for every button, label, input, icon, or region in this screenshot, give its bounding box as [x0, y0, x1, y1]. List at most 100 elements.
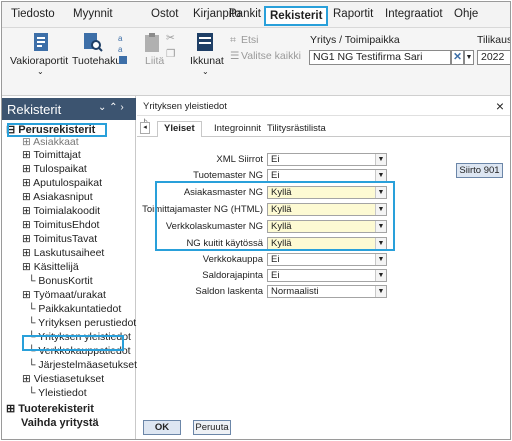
- product-search-icon: [84, 33, 103, 52]
- sidebar-item-label: Tuoterekisterit: [18, 403, 94, 415]
- menu-myynnit[interactable]: Myynnit: [73, 8, 113, 20]
- menu-rekisterit[interactable]: Rekisterit: [264, 6, 329, 26]
- etsi-button[interactable]: Etsi: [241, 34, 259, 46]
- yritys-label: Yritys / Toimipaikka: [310, 34, 400, 46]
- select-value: Ei: [271, 154, 280, 165]
- menu-raportit[interactable]: Raportit: [333, 8, 373, 20]
- sidebar-item-vaihda[interactable]: Vaihda yritystä: [21, 417, 99, 429]
- tab-yleiset[interactable]: Yleiset: [157, 121, 202, 137]
- sidebar-item-bonuskortit[interactable]: └ BonusKortit: [28, 275, 93, 287]
- select-value: Ei: [271, 170, 280, 181]
- sidebar: Rekisterit ⌄ ⌃ › ⊟ Perusrekisterit ⊞ Asi…: [2, 96, 137, 439]
- tab-scroll-left-icon[interactable]: ◂: [140, 122, 150, 134]
- field-label: Saldon laskenta: [195, 286, 263, 297]
- sidebar-item-label: Yleistiedot: [38, 387, 87, 399]
- yritys-dropdown-icon[interactable]: ▼: [464, 50, 474, 65]
- vakioraportit-button[interactable]: Vakioraportit: [10, 55, 68, 67]
- highlight-perusrekisterit: [7, 123, 107, 137]
- chevron-down-icon[interactable]: ▼: [375, 170, 386, 181]
- sidebar-item-viestiasetukset[interactable]: ⊞ Viestiasetukset: [22, 373, 104, 385]
- cancel-button[interactable]: Peruuta: [193, 420, 231, 435]
- sidebar-item-asiakasniput[interactable]: ⊞ Asiakasniput: [22, 191, 93, 203]
- sidebar-item-tyomaat[interactable]: ⊞ Työmaat/urakat: [22, 289, 106, 301]
- xml-siirrot-select[interactable]: Ei ▼: [267, 153, 387, 166]
- tilikausi-field[interactable]: 2022: [477, 50, 510, 65]
- panel-title: Yrityksen yleistiedot: [143, 101, 227, 112]
- vakioraportit-dropdown-icon[interactable]: ⌄: [37, 67, 44, 76]
- sidebar-item-label: Yrityksen perustiedot: [38, 317, 137, 329]
- tab-tilitysrastilista[interactable]: Tilitysrästilista: [267, 123, 326, 134]
- menu-integraatiot[interactable]: Integraatiot: [385, 8, 443, 20]
- sidebar-item-label: Paikkakuntatiedot: [38, 303, 122, 315]
- saldon-laskenta-select[interactable]: Normaalisti ▼: [267, 285, 387, 298]
- sidebar-item-toimittajat[interactable]: ⊞ Toimittajat: [22, 149, 81, 161]
- sidebar-item-toimialakoodit[interactable]: ⊞ Toimialakoodit: [22, 205, 100, 217]
- copy-icon[interactable]: ❐: [166, 48, 175, 60]
- menu-bar: Tiedosto Myynnit Ostot Kirjanpito Pankit…: [2, 2, 510, 28]
- binoculars-icon: ⌗: [230, 34, 236, 46]
- sidebar-item-label: Aputulospaikat: [33, 177, 103, 189]
- select-value: Normaalisti: [271, 286, 319, 297]
- sidebar-item-label: Viestiasetukset: [33, 373, 105, 385]
- sidebar-item-label: Järjestelmäasetukset: [38, 359, 137, 371]
- chevron-down-icon[interactable]: ▼: [375, 270, 386, 281]
- sidebar-item-jarjestelmaasetukset[interactable]: └ Järjestelmäasetukset: [28, 359, 137, 371]
- ok-button[interactable]: OK: [143, 420, 181, 435]
- sidebar-item-label: BonusKortit: [38, 275, 93, 287]
- sidebar-item-toimitustavat[interactable]: ⊞ ToimitusTavat: [22, 233, 97, 245]
- sidebar-title: Rekisterit: [7, 102, 62, 117]
- tab-integroinnit[interactable]: Integroinnit: [214, 123, 261, 134]
- liita-button[interactable]: Liitä: [145, 55, 164, 67]
- siirto-901-button[interactable]: Siirto 901: [456, 163, 503, 178]
- sidebar-item-tuoterekisterit[interactable]: ⊞ Tuoterekisterit: [6, 402, 94, 415]
- sidebar-item-aputulospaikat[interactable]: ⊞ Aputulospaikat: [22, 177, 102, 189]
- sidebar-item-tulospaikat[interactable]: ⊞ Tulospaikat: [22, 163, 87, 175]
- ribbon-toolbar: Vakioraportit ⌄ Tuotehaku aa Liitä ✂ ❐ I…: [2, 28, 511, 96]
- panel-tabs: ◂ Yleiset Integroinnit Tilitysrästilista: [137, 121, 510, 137]
- sidebar-item-asiakkaat[interactable]: ⊞ Asiakkaat: [22, 136, 79, 148]
- sidebar-item-paikkakuntatiedot[interactable]: └ Paikkakuntatiedot: [28, 303, 121, 315]
- select-value: Ei: [271, 270, 280, 281]
- sidebar-item-label: Työmaat/urakat: [33, 289, 106, 301]
- highlight-yrityksen-yleistiedot: [22, 335, 124, 351]
- sidebar-item-yleistiedot[interactable]: └ Yleistiedot: [28, 387, 87, 399]
- valitse-kaikki-button[interactable]: Valitse kaikki: [241, 50, 301, 62]
- sidebar-header: Rekisterit ⌄ ⌃ ›: [2, 98, 136, 120]
- sidebar-item-laskutusaiheet[interactable]: ⊞ Laskutusaiheet: [22, 247, 104, 259]
- field-label: Tuotemaster NG: [193, 170, 263, 181]
- svg-text:a: a: [118, 45, 123, 54]
- menu-ohje[interactable]: Ohje: [454, 8, 478, 20]
- ikkunat-button[interactable]: Ikkunat: [190, 55, 224, 67]
- field-label: Saldorajapinta: [202, 270, 263, 281]
- svg-text:a: a: [118, 34, 123, 43]
- sidebar-item-kasittelija[interactable]: ⊞ Käsittelijä: [22, 261, 79, 273]
- chevron-down-icon[interactable]: ▼: [375, 286, 386, 297]
- cut-icon[interactable]: ✂: [166, 32, 175, 44]
- sidebar-item-label: Laskutusaiheet: [33, 247, 105, 259]
- ikkunat-dropdown-icon[interactable]: ⌄: [202, 67, 209, 76]
- verkkokauppa-select[interactable]: Ei ▼: [267, 253, 387, 266]
- tilikausi-label: Tilikaus: [477, 34, 511, 46]
- menu-tiedosto[interactable]: Tiedosto: [11, 8, 55, 20]
- collapse-icon[interactable]: ⌄ ⌃ ›: [98, 102, 124, 113]
- close-icon[interactable]: ×: [496, 98, 504, 114]
- saldorajapinta-select[interactable]: Ei ▼: [267, 269, 387, 282]
- highlight-master-settings: [155, 181, 395, 251]
- small-tools-icon[interactable]: aa: [118, 32, 130, 66]
- main-panel: Yrityksen yleistiedot × ⊾ ◂ Yleiset Inte…: [137, 96, 510, 439]
- sidebar-item-label: Toimialakoodit: [33, 205, 101, 217]
- menu-pankit[interactable]: Pankit: [229, 8, 261, 20]
- sidebar-item-toimitusehdot[interactable]: ⊞ ToimitusEhdot: [22, 219, 99, 231]
- field-label: Verkkokauppa: [202, 254, 263, 265]
- sidebar-item-yrityksen-perustiedot[interactable]: └ Yrityksen perustiedot: [28, 317, 136, 329]
- sidebar-item-label: Asiakkaat: [33, 136, 79, 148]
- menu-ostot[interactable]: Ostot: [151, 8, 178, 20]
- sidebar-item-label: Vaihda yritystä: [21, 417, 99, 429]
- clear-icon[interactable]: ✕: [451, 50, 464, 65]
- yritys-field[interactable]: NG1 NG Testifirma Sari: [309, 50, 451, 65]
- chevron-down-icon[interactable]: ▼: [375, 254, 386, 265]
- tuotehaku-button[interactable]: Tuotehaku: [72, 55, 121, 67]
- chevron-down-icon[interactable]: ▼: [375, 154, 386, 165]
- app-window: Tiedosto Myynnit Ostot Kirjanpito Pankit…: [1, 1, 511, 440]
- select-value: Ei: [271, 254, 280, 265]
